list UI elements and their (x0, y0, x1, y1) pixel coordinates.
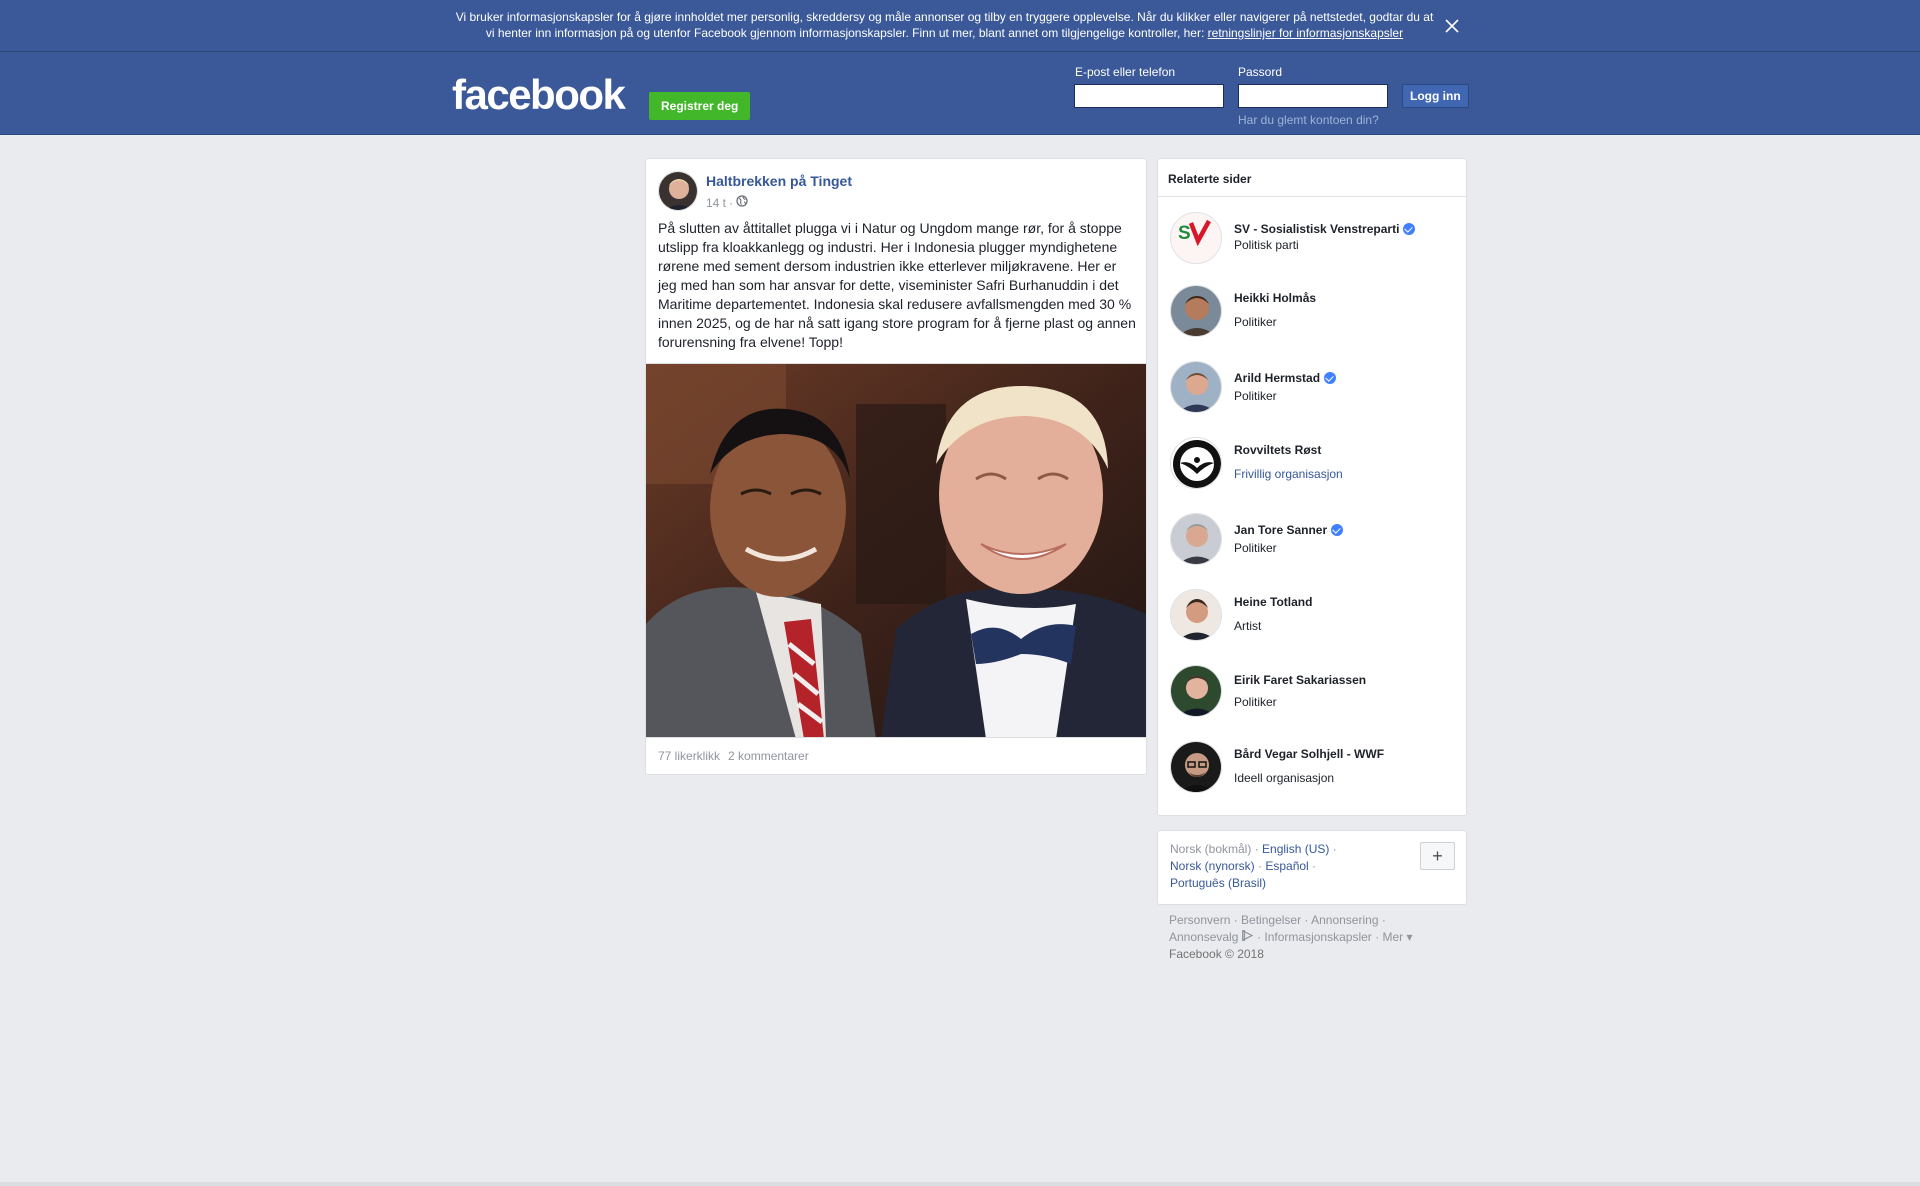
language-option[interactable]: Português (Brasil) (1170, 876, 1266, 890)
password-field[interactable] (1238, 84, 1388, 108)
post-meta: 14 t · (706, 195, 748, 210)
related-page-item[interactable]: Heikki Holmås Politiker (1170, 285, 1460, 341)
more-label[interactable]: Mer (1382, 930, 1403, 944)
window-bottom-edge (0, 1182, 1920, 1186)
password-label: Passord (1238, 65, 1283, 79)
facebook-logo[interactable]: facebook (452, 74, 626, 116)
related-page-item[interactable]: Arild Hermstad Politiker (1170, 361, 1460, 417)
related-page-name[interactable]: Jan Tore Sanner (1234, 523, 1344, 537)
cookie-policy-link[interactable]: retningslinjer for informasjonskapsler (1208, 26, 1403, 40)
language-selector: Norsk (bokmål) · English (US) · Norsk (n… (1157, 830, 1467, 905)
related-page-item[interactable]: Bård Vegar Solhjell - WWF Ideell organis… (1170, 741, 1460, 797)
related-page-name-text[interactable]: Heikki Holmås (1234, 291, 1316, 305)
footer-link-more[interactable]: Mer ▾ (1382, 930, 1412, 944)
adchoices-label[interactable]: Annonsevalg (1169, 930, 1238, 944)
related-page-name-text[interactable]: SV - Sosialistisk Venstreparti (1234, 222, 1399, 236)
footer-link-advertising[interactable]: Annonsering (1311, 913, 1378, 927)
post-timestamp[interactable]: 14 t (706, 196, 726, 210)
comment-count[interactable]: 2 kommentarer (728, 749, 809, 763)
related-page-item[interactable]: Rovviltets Røst Frivillig organisasjon (1170, 437, 1460, 493)
verified-badge-icon (1403, 223, 1416, 235)
verified-badge-icon (1324, 372, 1337, 384)
post-card: Haltbrekken på Tinget 14 t · På slutten … (645, 158, 1147, 775)
related-page-category: Politiker (1234, 695, 1277, 709)
more-languages-button[interactable]: + (1420, 842, 1455, 870)
person-avatar[interactable] (1170, 665, 1222, 717)
related-page-name[interactable]: Eirik Faret Sakariassen (1234, 673, 1366, 687)
post-author-name[interactable]: Haltbrekken på Tinget (706, 173, 852, 189)
post-body-text: På slutten av åttitallet plugga vi i Nat… (658, 220, 1136, 350)
footer: Personvern · Betingelser · Annonsering ·… (1169, 913, 1413, 961)
related-page-name[interactable]: Heine Totland (1234, 595, 1312, 609)
post-stats: 77 likerklikk 2 kommentarer (658, 749, 809, 763)
person-avatar[interactable] (1170, 589, 1222, 641)
email-field[interactable] (1074, 84, 1224, 108)
person-avatar[interactable] (1170, 285, 1222, 337)
close-icon[interactable] (1441, 15, 1463, 37)
forgot-account-link[interactable]: Har du glemt kontoen din? (1238, 113, 1379, 127)
related-page-name[interactable]: Bård Vegar Solhjell - WWF (1234, 747, 1384, 761)
related-page-name-text[interactable]: Bård Vegar Solhjell - WWF (1234, 747, 1384, 761)
footer-link-privacy[interactable]: Personvern (1169, 913, 1230, 927)
top-navbar: facebook Registrer deg E-post eller tele… (0, 52, 1920, 135)
related-page-name[interactable]: SV - Sosialistisk Venstreparti (1234, 222, 1416, 236)
related-page-name-text[interactable]: Jan Tore Sanner (1234, 523, 1327, 537)
related-page-name[interactable]: Heikki Holmås (1234, 291, 1316, 305)
footer-link-cookies[interactable]: Informasjonskapsler (1264, 930, 1371, 944)
related-page-item[interactable]: Jan Tore Sanner Politiker (1170, 513, 1460, 569)
email-label: E-post eller telefon (1075, 65, 1176, 79)
eagle-logo-avatar[interactable] (1170, 437, 1222, 489)
globe-icon (736, 195, 748, 210)
sv-logo-avatar[interactable]: S (1170, 212, 1222, 264)
register-button[interactable]: Registrer deg (649, 92, 751, 120)
person-avatar[interactable] (1170, 741, 1222, 793)
related-page-name-text[interactable]: Heine Totland (1234, 595, 1312, 609)
language-list: Norsk (bokmål) · English (US) · Norsk (n… (1170, 842, 1337, 890)
caret-down-icon: ▾ (1406, 930, 1413, 944)
verified-badge-icon (1331, 524, 1344, 536)
post-photo[interactable] (646, 363, 1146, 738)
related-page-name[interactable]: Arild Hermstad (1234, 371, 1337, 385)
cookie-text: Vi bruker informasjonskapsler for å gjør… (452, 9, 1437, 41)
related-page-name-text[interactable]: Eirik Faret Sakariassen (1234, 673, 1366, 687)
related-page-item[interactable]: Eirik Faret Sakariassen Politiker (1170, 665, 1460, 721)
related-page-category: Ideell organisasjon (1234, 771, 1335, 785)
copyright: Facebook © 2018 (1169, 947, 1264, 961)
related-page-category[interactable]: Frivillig organisasjon (1234, 467, 1343, 481)
related-page-category: Artist (1234, 619, 1262, 633)
person-avatar[interactable] (1170, 361, 1222, 413)
adchoices-icon (1241, 930, 1254, 944)
cookie-banner: Vi bruker informasjonskapsler for å gjør… (0, 0, 1920, 52)
footer-link-terms[interactable]: Betingelser (1241, 913, 1301, 927)
language-option[interactable]: Español (1265, 859, 1308, 873)
footer-link-adchoices[interactable]: Annonsevalg (1169, 930, 1254, 944)
related-page-category: Politiker (1234, 541, 1277, 555)
related-page-name-text[interactable]: Rovviltets Røst (1234, 443, 1321, 457)
meta-separator: · (729, 195, 734, 210)
author-avatar[interactable] (658, 171, 698, 211)
person-avatar[interactable] (1170, 513, 1222, 565)
related-pages-title: Relaterte sider (1158, 159, 1466, 197)
related-page-category: Politisk parti (1234, 238, 1299, 252)
related-page-name[interactable]: Rovviltets Røst (1234, 443, 1321, 457)
related-page-category: Politiker (1234, 389, 1277, 403)
related-pages-panel: Relaterte sider S SV - Sosialistisk Vens… (1157, 158, 1467, 816)
related-page-item[interactable]: S SV - Sosialistisk Venstreparti Politis… (1170, 212, 1460, 268)
like-count[interactable]: 77 likerklikk (658, 749, 720, 763)
svg-text:S: S (1178, 223, 1191, 244)
related-page-item[interactable]: Heine Totland Artist (1170, 589, 1460, 645)
language-option[interactable]: English (US) (1262, 842, 1329, 856)
login-button[interactable]: Logg inn (1402, 84, 1469, 108)
current-language: Norsk (bokmål) (1170, 842, 1252, 856)
language-option[interactable]: Norsk (nynorsk) (1170, 859, 1255, 873)
related-page-category: Politiker (1234, 315, 1277, 329)
related-page-name-text[interactable]: Arild Hermstad (1234, 371, 1320, 385)
